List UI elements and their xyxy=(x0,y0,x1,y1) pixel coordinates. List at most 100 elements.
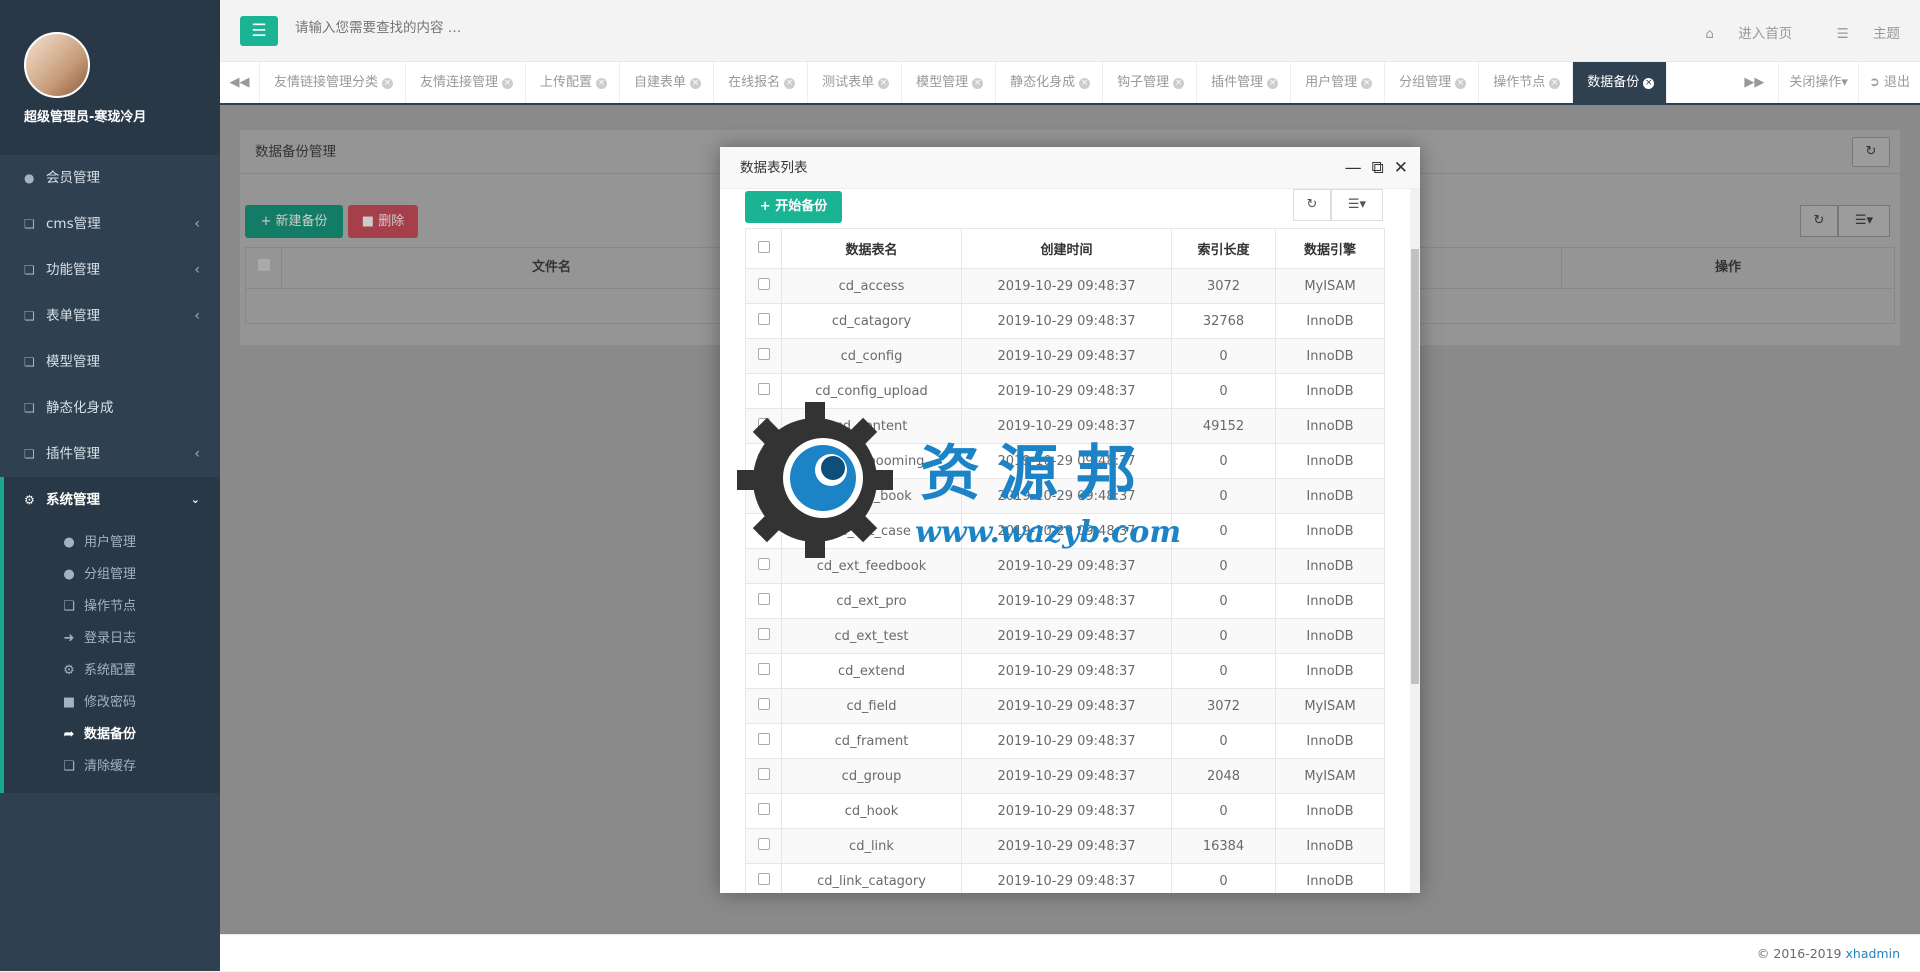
sub-item-node[interactable]: ❏ 操作节点 xyxy=(4,591,220,623)
table-row[interactable]: cd_access 2019-10-29 09:48:37 3072 MyISAM xyxy=(745,268,1385,304)
close-tab-icon[interactable]: × xyxy=(878,78,890,89)
table-row[interactable]: cd_ext_feedbook 2019-10-29 09:48:37 0 InnoD… xyxy=(745,548,1385,584)
tab-item[interactable]: 友情链接管理分类 × xyxy=(260,62,407,103)
sub-item-backup[interactable]: ➦ 数据备份 xyxy=(4,719,220,751)
close-tab-icon[interactable]: × xyxy=(1079,78,1091,89)
sidebar-item-static[interactable]: ❏ 静态化身成 xyxy=(0,385,220,431)
tabs-scroll-right-button[interactable]: ▶▶ xyxy=(1730,62,1779,103)
row-checkbox[interactable] xyxy=(757,523,770,535)
col-engine[interactable]: 数据引擎 xyxy=(1275,228,1385,269)
row-checkbox[interactable] xyxy=(757,838,770,850)
table-row[interactable]: cd_link 2019-10-29 09:48:37 16384 InnoDB xyxy=(745,828,1385,864)
tab-item[interactable]: 分组管理 × xyxy=(1385,62,1480,103)
close-tab-icon[interactable]: × xyxy=(1361,78,1373,89)
table-row[interactable]: cd_field 2019-10-29 09:48:37 3072 MyISAM xyxy=(745,688,1385,724)
table-row[interactable]: cd_ext_test 2019-10-29 09:48:37 0 InnoDB xyxy=(745,618,1385,654)
modal-refresh-button[interactable]: ↻ xyxy=(1293,189,1331,221)
columns-toggle-button[interactable]: ☰▾ xyxy=(1838,205,1890,237)
close-tab-icon[interactable]: × xyxy=(1643,78,1655,89)
tab-item[interactable]: 数据备份 × xyxy=(1573,62,1668,103)
start-backup-button[interactable]: + 开始备份 xyxy=(745,191,842,223)
tabs-scroll-left-button[interactable]: ◀◀ xyxy=(220,62,260,103)
row-checkbox[interactable] xyxy=(757,873,770,885)
modal-scrollbar[interactable] xyxy=(1410,189,1420,893)
sub-item-login-log[interactable]: ➜ 登录日志 xyxy=(4,623,220,655)
table-row[interactable]: cd_hook 2019-10-29 09:48:37 0 InnoDB xyxy=(745,793,1385,829)
row-checkbox[interactable] xyxy=(757,558,770,570)
sidebar-item-function[interactable]: ❏ 功能管理 ‹ xyxy=(0,247,220,293)
row-checkbox[interactable] xyxy=(757,593,770,605)
tab-item[interactable]: 模型管理 × xyxy=(902,62,997,103)
avatar[interactable] xyxy=(24,32,90,98)
tab-item[interactable]: 操作节点 × xyxy=(1479,62,1574,103)
tab-item[interactable]: 在线报名 × xyxy=(714,62,809,103)
sub-item-password[interactable]: ■ 修改密码 xyxy=(4,687,220,719)
select-all-checkbox[interactable] xyxy=(757,240,770,253)
close-tab-icon[interactable]: × xyxy=(784,78,796,89)
logout-button[interactable]: ➲ 退出 xyxy=(1857,62,1920,103)
row-checkbox[interactable] xyxy=(757,663,770,675)
sidebar-item-model[interactable]: ❏ 模型管理 xyxy=(0,339,220,385)
sidebar-item-plugin[interactable]: ❏ 插件管理 ‹ xyxy=(0,431,220,477)
table-row[interactable]: cd_catagory 2019-10-29 09:48:37 32768 InnoD… xyxy=(745,303,1385,339)
close-tab-icon[interactable]: × xyxy=(596,78,608,89)
sub-item-group[interactable]: ● 分组管理 xyxy=(4,559,220,591)
table-row[interactable]: cd_extend 2019-10-29 09:48:37 0 InnoDB xyxy=(745,653,1385,689)
table-row[interactable]: cd_config 2019-10-29 09:48:37 0 InnoDB xyxy=(745,338,1385,374)
search-input[interactable] xyxy=(295,20,695,36)
tab-item[interactable]: 钩子管理 × xyxy=(1103,62,1198,103)
modal-columns-button[interactable]: ☰▾ xyxy=(1331,189,1383,221)
row-checkbox[interactable] xyxy=(757,803,770,815)
table-row[interactable]: cd_group 2019-10-29 09:48:37 2048 MyISAM xyxy=(745,758,1385,794)
table-refresh-button[interactable]: ↻ xyxy=(1800,205,1838,237)
row-checkbox[interactable] xyxy=(757,383,770,395)
close-tab-icon[interactable]: × xyxy=(972,78,984,89)
sub-item-config[interactable]: ⚙ 系统配置 xyxy=(4,655,220,687)
close-tab-icon[interactable]: × xyxy=(690,78,702,89)
scrollbar-thumb[interactable] xyxy=(1411,249,1419,684)
theme-link[interactable]: ☰ 主题 xyxy=(1817,26,1900,42)
sidebar-item-form[interactable]: ❏ 表单管理 ‹ xyxy=(0,293,220,339)
close-tab-icon[interactable]: × xyxy=(1267,78,1279,89)
row-checkbox[interactable] xyxy=(757,313,770,325)
close-tab-icon[interactable]: × xyxy=(1455,78,1467,89)
tab-item[interactable]: 友情连接管理 × xyxy=(406,62,527,103)
close-tab-icon[interactable]: × xyxy=(1549,78,1561,89)
sidebar-item-member[interactable]: ● 会员管理 xyxy=(0,155,220,201)
tab-item[interactable]: 自建表单 × xyxy=(620,62,715,103)
col-create-time[interactable]: 创建时间 xyxy=(961,228,1172,269)
table-row[interactable]: cd_frament 2019-10-29 09:48:37 0 InnoDB xyxy=(745,723,1385,759)
panel-refresh-button[interactable]: ↻ xyxy=(1852,137,1890,167)
row-checkbox[interactable] xyxy=(757,768,770,780)
close-tab-icon[interactable]: × xyxy=(1173,78,1185,89)
sidebar-item-system[interactable]: ⚙ 系统管理 ⌄ xyxy=(0,477,220,523)
row-checkbox[interactable] xyxy=(757,418,770,430)
row-checkbox[interactable] xyxy=(757,698,770,710)
table-row[interactable]: cd_ext_pro 2019-10-29 09:48:37 0 InnoDB xyxy=(745,583,1385,619)
close-icon[interactable]: ✕ xyxy=(1394,147,1408,189)
row-checkbox[interactable] xyxy=(757,278,770,290)
sub-item-clear-cache[interactable]: ❏ 清除缓存 xyxy=(4,751,220,783)
table-row[interactable]: cd_ext_book 2019-10-29 09:48:37 0 InnoDB xyxy=(745,478,1385,514)
row-checkbox[interactable] xyxy=(757,733,770,745)
row-checkbox[interactable] xyxy=(757,628,770,640)
table-row[interactable]: cd_config_upload 2019-10-29 09:48:37 0 Inno… xyxy=(745,373,1385,409)
tab-item[interactable]: 测试表单 × xyxy=(808,62,903,103)
close-ops-dropdown[interactable]: 关闭操作▾ xyxy=(1778,62,1858,103)
tab-item[interactable]: 用户管理 × xyxy=(1291,62,1386,103)
table-row[interactable]: cd_link_catagory 2019-10-29 09:48:37 0 Inno… xyxy=(745,863,1385,893)
minimize-icon[interactable]: — xyxy=(1345,147,1362,189)
col-table-name[interactable]: 数据表名 xyxy=(781,228,962,269)
sidebar-item-cms[interactable]: ❏ cms管理 ‹ xyxy=(0,201,220,247)
row-checkbox[interactable] xyxy=(757,453,770,465)
table-row[interactable]: cd_ext_booming 2019-10-29 09:48:37 0 InnoDB xyxy=(745,443,1385,479)
menu-toggle-button[interactable]: ☰ xyxy=(240,16,278,46)
new-backup-button[interactable]: + 新建备份 xyxy=(245,205,343,238)
maximize-icon[interactable]: ⧉ xyxy=(1372,147,1384,189)
footer-brand-link[interactable]: xhadmin xyxy=(1846,946,1901,961)
table-row[interactable]: cd_content 2019-10-29 09:48:37 49152 InnoDB xyxy=(745,408,1385,444)
tab-item[interactable]: 静态化身成 × xyxy=(996,62,1104,103)
select-all-checkbox[interactable] xyxy=(257,259,270,271)
close-tab-icon[interactable]: × xyxy=(382,78,394,89)
profile-name[interactable]: 超级管理员-寒珑冷月 xyxy=(24,106,220,125)
